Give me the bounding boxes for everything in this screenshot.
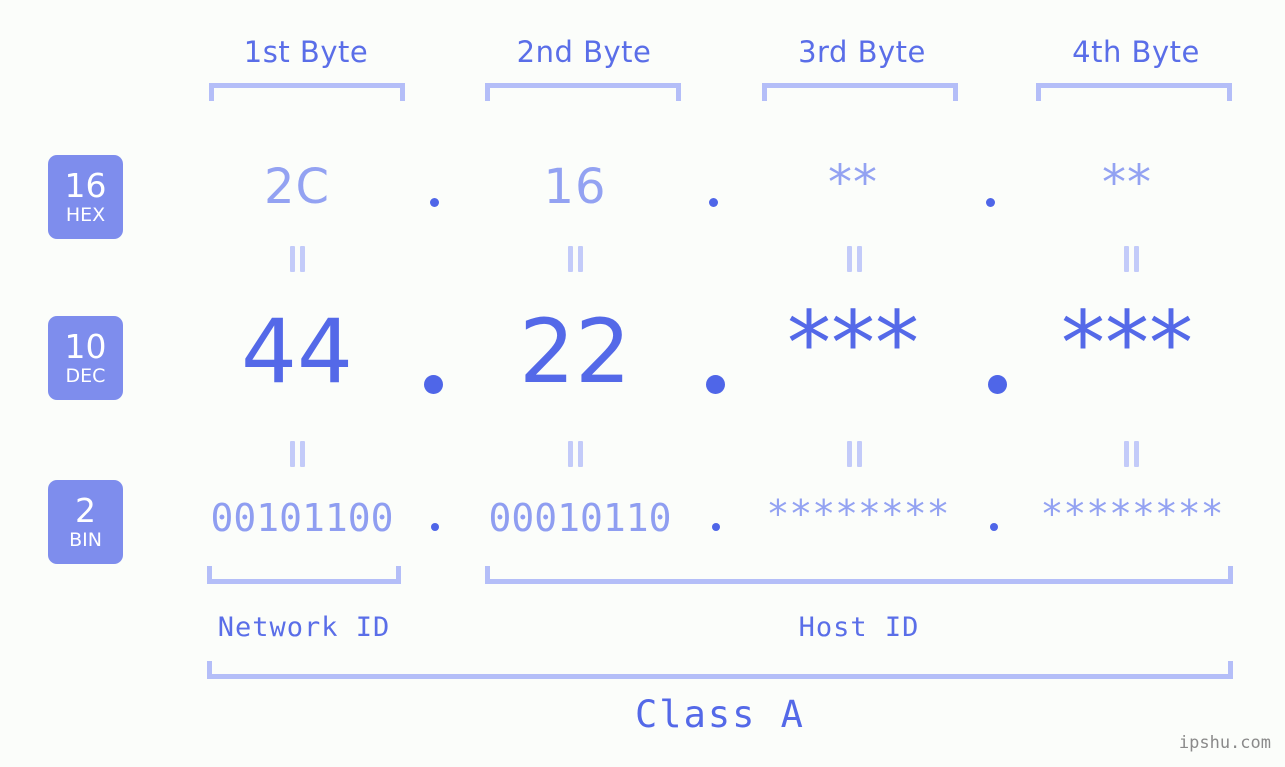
bin-separator-dot-3 xyxy=(990,523,998,531)
byte-bracket-top-4 xyxy=(1036,83,1232,101)
class-bracket xyxy=(207,661,1233,679)
hex-byte-3: ** xyxy=(828,155,878,211)
base-badge-hex: 16 HEX xyxy=(48,155,123,239)
ip-address-breakdown-diagram: 1st Byte 2nd Byte 3rd Byte 4th Byte 16 H… xyxy=(0,0,1285,767)
bin-byte-2: 00010110 xyxy=(488,496,672,540)
equals-connector-hex-dec-3 xyxy=(845,246,864,272)
base-badge-bin-label: BIN xyxy=(69,528,102,551)
base-badge-dec: 10 DEC xyxy=(48,316,123,400)
host-id-bracket xyxy=(485,566,1233,584)
equals-connector-hex-dec-1 xyxy=(288,246,307,272)
equals-connector-dec-bin-2 xyxy=(566,441,585,467)
base-badge-dec-number: 10 xyxy=(64,326,107,366)
bin-separator-dot-2 xyxy=(712,523,720,531)
hex-byte-2: 16 xyxy=(543,159,607,215)
byte-bracket-top-2 xyxy=(485,83,681,101)
byte-header-2: 2nd Byte xyxy=(516,35,652,69)
site-watermark: ipshu.com xyxy=(1178,733,1271,753)
dec-byte-4: *** xyxy=(1061,292,1193,395)
equals-connector-hex-dec-4 xyxy=(1122,246,1141,272)
dec-separator-dot-1 xyxy=(424,375,443,394)
hex-byte-4: ** xyxy=(1102,155,1152,211)
equals-connector-dec-bin-4 xyxy=(1122,441,1141,467)
hex-byte-1: 2C xyxy=(263,159,331,215)
base-badge-bin: 2 BIN xyxy=(48,480,123,564)
network-id-label: Network ID xyxy=(217,612,391,643)
dec-separator-dot-2 xyxy=(706,375,725,394)
dec-byte-3: *** xyxy=(787,292,919,395)
bin-separator-dot-1 xyxy=(431,523,439,531)
base-badge-hex-label: HEX xyxy=(65,203,106,226)
base-badge-dec-label: DEC xyxy=(65,364,106,387)
byte-header-4: 4th Byte xyxy=(1072,35,1200,69)
byte-header-3: 3rd Byte xyxy=(798,35,926,69)
hex-separator-dot-3 xyxy=(986,198,995,207)
class-label: Class A xyxy=(635,693,805,736)
bin-byte-4: ******** xyxy=(1040,492,1224,536)
equals-connector-hex-dec-2 xyxy=(566,246,585,272)
equals-connector-dec-bin-1 xyxy=(288,441,307,467)
hex-separator-dot-2 xyxy=(709,198,718,207)
network-id-bracket xyxy=(207,566,401,584)
byte-header-1: 1st Byte xyxy=(243,35,369,69)
base-badge-bin-number: 2 xyxy=(75,490,96,530)
equals-connector-dec-bin-3 xyxy=(845,441,864,467)
hex-separator-dot-1 xyxy=(430,198,439,207)
dec-byte-2: 22 xyxy=(519,300,631,403)
bin-byte-1: 00101100 xyxy=(210,496,394,540)
host-id-label: Host ID xyxy=(798,612,920,643)
bin-byte-3: ******** xyxy=(766,492,950,536)
base-badge-hex-number: 16 xyxy=(64,165,107,205)
dec-separator-dot-3 xyxy=(988,375,1007,394)
dec-byte-1: 44 xyxy=(241,300,353,403)
byte-bracket-top-3 xyxy=(762,83,958,101)
byte-bracket-top-1 xyxy=(209,83,405,101)
